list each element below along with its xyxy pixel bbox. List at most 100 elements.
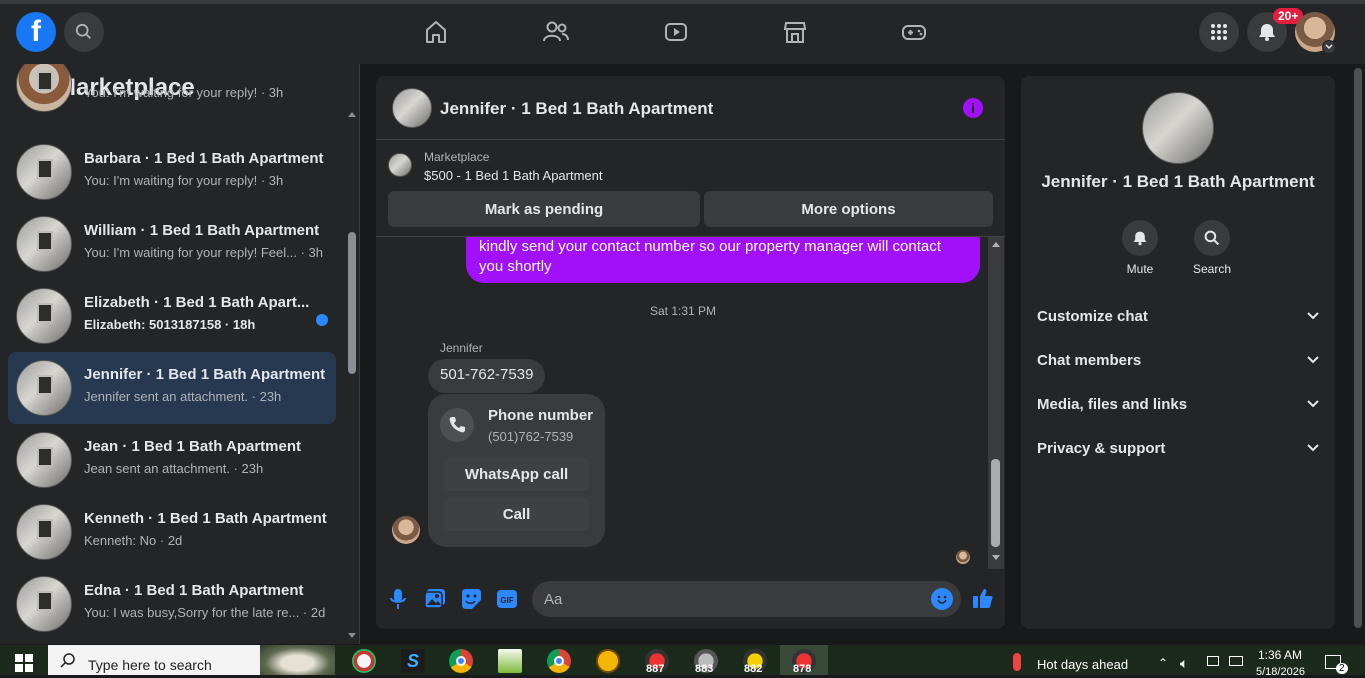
seen-receipt-avatar [956,550,970,564]
conversation-name: Jennifer · 1 Bed 1 Bath Apartment [84,366,326,383]
incoming-message-bubble[interactable]: 501-762-7539 [428,359,546,393]
conversation-name: Jean · 1 Bed 1 Bath Apartment [84,438,301,455]
customize-chat-section[interactable]: Customize chat [1037,296,1319,336]
outgoing-message-bubble[interactable]: kindly send your contact number so our p… [466,237,980,283]
photo-icon[interactable] [424,588,446,610]
page-scroll-thumb[interactable] [1354,68,1362,628]
app-icon[interactable]: S [401,649,425,673]
conversation-preview: You: I'm waiting for your reply! · 3h [84,85,284,100]
info-listing-thumbnail [1142,92,1214,164]
scroll-up-arrow-icon[interactable] [992,242,1000,247]
sticker-icon[interactable] [460,588,482,610]
search-icon [60,653,75,668]
conversation-item[interactable]: Jean · 1 Bed 1 Bath Apartment Jean sent … [8,424,336,496]
notification-center-count: 2 [1336,663,1348,674]
message-timestamp: Sat 1:31 PM [649,304,717,318]
scroll-down-arrow-icon[interactable] [992,555,1000,560]
conversation-item[interactable]: Kenneth · 1 Bed 1 Bath Apartment Kenneth… [8,496,336,568]
battery-icon[interactable] [1207,656,1219,666]
conversation-item[interactable]: William · 1 Bed 1 Bath Apartment You: I'… [8,208,336,280]
facebook-logo-icon[interactable]: f [16,12,56,52]
conversation-item[interactable]: Elizabeth · 1 Bed 1 Bath Apart... Elizab… [8,280,336,352]
menu-grid-icon[interactable] [1199,12,1239,52]
like-thumbs-up-icon[interactable] [972,587,994,609]
conversation-preview: You: I was busy,Sorry for the late re...… [84,605,326,620]
chat-members-section[interactable]: Chat members [1037,340,1319,380]
conversation-item[interactable]: Barbara · 1 Bed 1 Bath Apartment You: I'… [8,136,336,208]
emoji-icon[interactable] [931,588,953,610]
app-icon[interactable] [352,649,376,673]
friends-icon[interactable] [542,18,570,46]
conversation-preview: You: I'm waiting for your reply! Feel...… [84,245,323,260]
sender-avatar[interactable] [392,516,420,544]
search-highlight-image [260,645,335,675]
chat-title[interactable]: Jennifer · 1 Bed 1 Bath Apartment [440,99,713,119]
search-in-conversation-icon[interactable] [1194,220,1230,256]
scroll-down-arrow-icon[interactable] [348,633,356,638]
listing-thumbnail [388,153,412,177]
chat-scroll-thumb[interactable] [991,459,1000,547]
weather-text[interactable]: Hot days ahead [1037,657,1128,672]
conversation-name: Barbara · 1 Bed 1 Bath Apartment [84,150,324,167]
conversation-preview: Kenneth: No · 2d [84,533,183,548]
chat-scrollbar[interactable] [988,237,1004,569]
more-options-button[interactable]: More options [704,191,993,227]
privacy-support-section[interactable]: Privacy & support [1037,428,1319,468]
sidebar-scrollbar[interactable] [345,108,359,644]
app-badge-number: 878 [793,663,812,675]
sidebar-scroll-thumb[interactable] [348,232,356,374]
conversation-name: Kenneth · 1 Bed 1 Bath Apartment [84,510,327,527]
mark-as-pending-button[interactable]: Mark as pending [388,191,700,227]
conversation-item[interactable]: Edna · 1 Bed 1 Bath Apartment You: I was… [8,568,336,640]
gif-icon[interactable]: GIF [496,588,518,610]
conversation-name: William · 1 Bed 1 Bath Apartment [84,222,320,239]
section-label: Privacy & support [1037,439,1166,457]
volume-icon[interactable]: 🔈︎ [1180,655,1188,672]
taskbar-search-box[interactable]: Type here to search [48,645,335,675]
message-input[interactable]: Aa [532,581,961,617]
page-scrollbar[interactable] [1351,64,1365,645]
app-icon[interactable] [498,649,522,673]
gaming-icon[interactable] [900,18,928,46]
mute-label: Mute [1126,262,1154,276]
media-files-links-section[interactable]: Media, files and links [1037,384,1319,424]
phone-icon [440,408,474,442]
conversation-item[interactable]: You: I'm waiting for your reply! · 3h [8,64,336,120]
message-input-placeholder: Aa [544,591,563,608]
mute-bell-icon[interactable] [1122,220,1158,256]
section-label: Media, files and links [1037,395,1188,413]
marketplace-icon[interactable] [781,18,809,46]
conversation-item-active[interactable]: Jennifer · 1 Bed 1 Bath Apartment Jennif… [8,352,336,424]
watch-icon[interactable] [662,18,690,46]
home-icon[interactable] [422,18,450,46]
scroll-up-arrow-icon[interactable] [348,112,356,117]
network-icon[interactable] [1229,656,1243,666]
conversation-name: Elizabeth · 1 Bed 1 Bath Apart... [84,294,310,311]
microphone-icon[interactable] [388,588,408,610]
info-title: Jennifer · 1 Bed 1 Bath Apartment [1041,172,1315,191]
chat-listing-thumbnail[interactable] [392,88,432,128]
chrome-profile-icon[interactable] [547,649,571,673]
unread-indicator-icon [316,314,328,326]
windows-start-icon[interactable] [15,654,33,672]
chrome-icon[interactable] [449,649,473,673]
marketplace-sidebar: Marketplace You: I'm waiting for your re… [0,64,360,644]
chevron-down-icon [1307,444,1319,452]
message-composer: GIF Aa [376,569,1005,629]
conversation-preview: Elizabeth: 5013187158 · 18h [84,317,256,332]
call-button[interactable]: Call [444,497,589,531]
whatsapp-call-button[interactable]: WhatsApp call [444,457,589,491]
listing-source: Marketplace [424,150,490,164]
weather-thermometer-icon[interactable] [1013,653,1021,671]
clock-time[interactable]: 1:36 AM [1258,648,1302,662]
app-icon[interactable] [596,649,620,673]
message-thread: kindly send your contact number so our p… [376,236,1005,569]
search-icon[interactable] [64,12,104,52]
chat-window: Jennifer · 1 Bed 1 Bath Apartment i Mark… [376,76,1005,629]
account-chevron-icon[interactable] [1322,40,1336,54]
info-icon[interactable]: i [963,98,983,118]
clock-date[interactable]: 5/18/2026 [1256,666,1305,678]
tray-chevron-up-icon[interactable]: ⌃ [1158,656,1168,670]
card-title: Phone number [488,407,594,424]
listing-title[interactable]: $500 - 1 Bed 1 Bath Apartment [424,168,603,183]
